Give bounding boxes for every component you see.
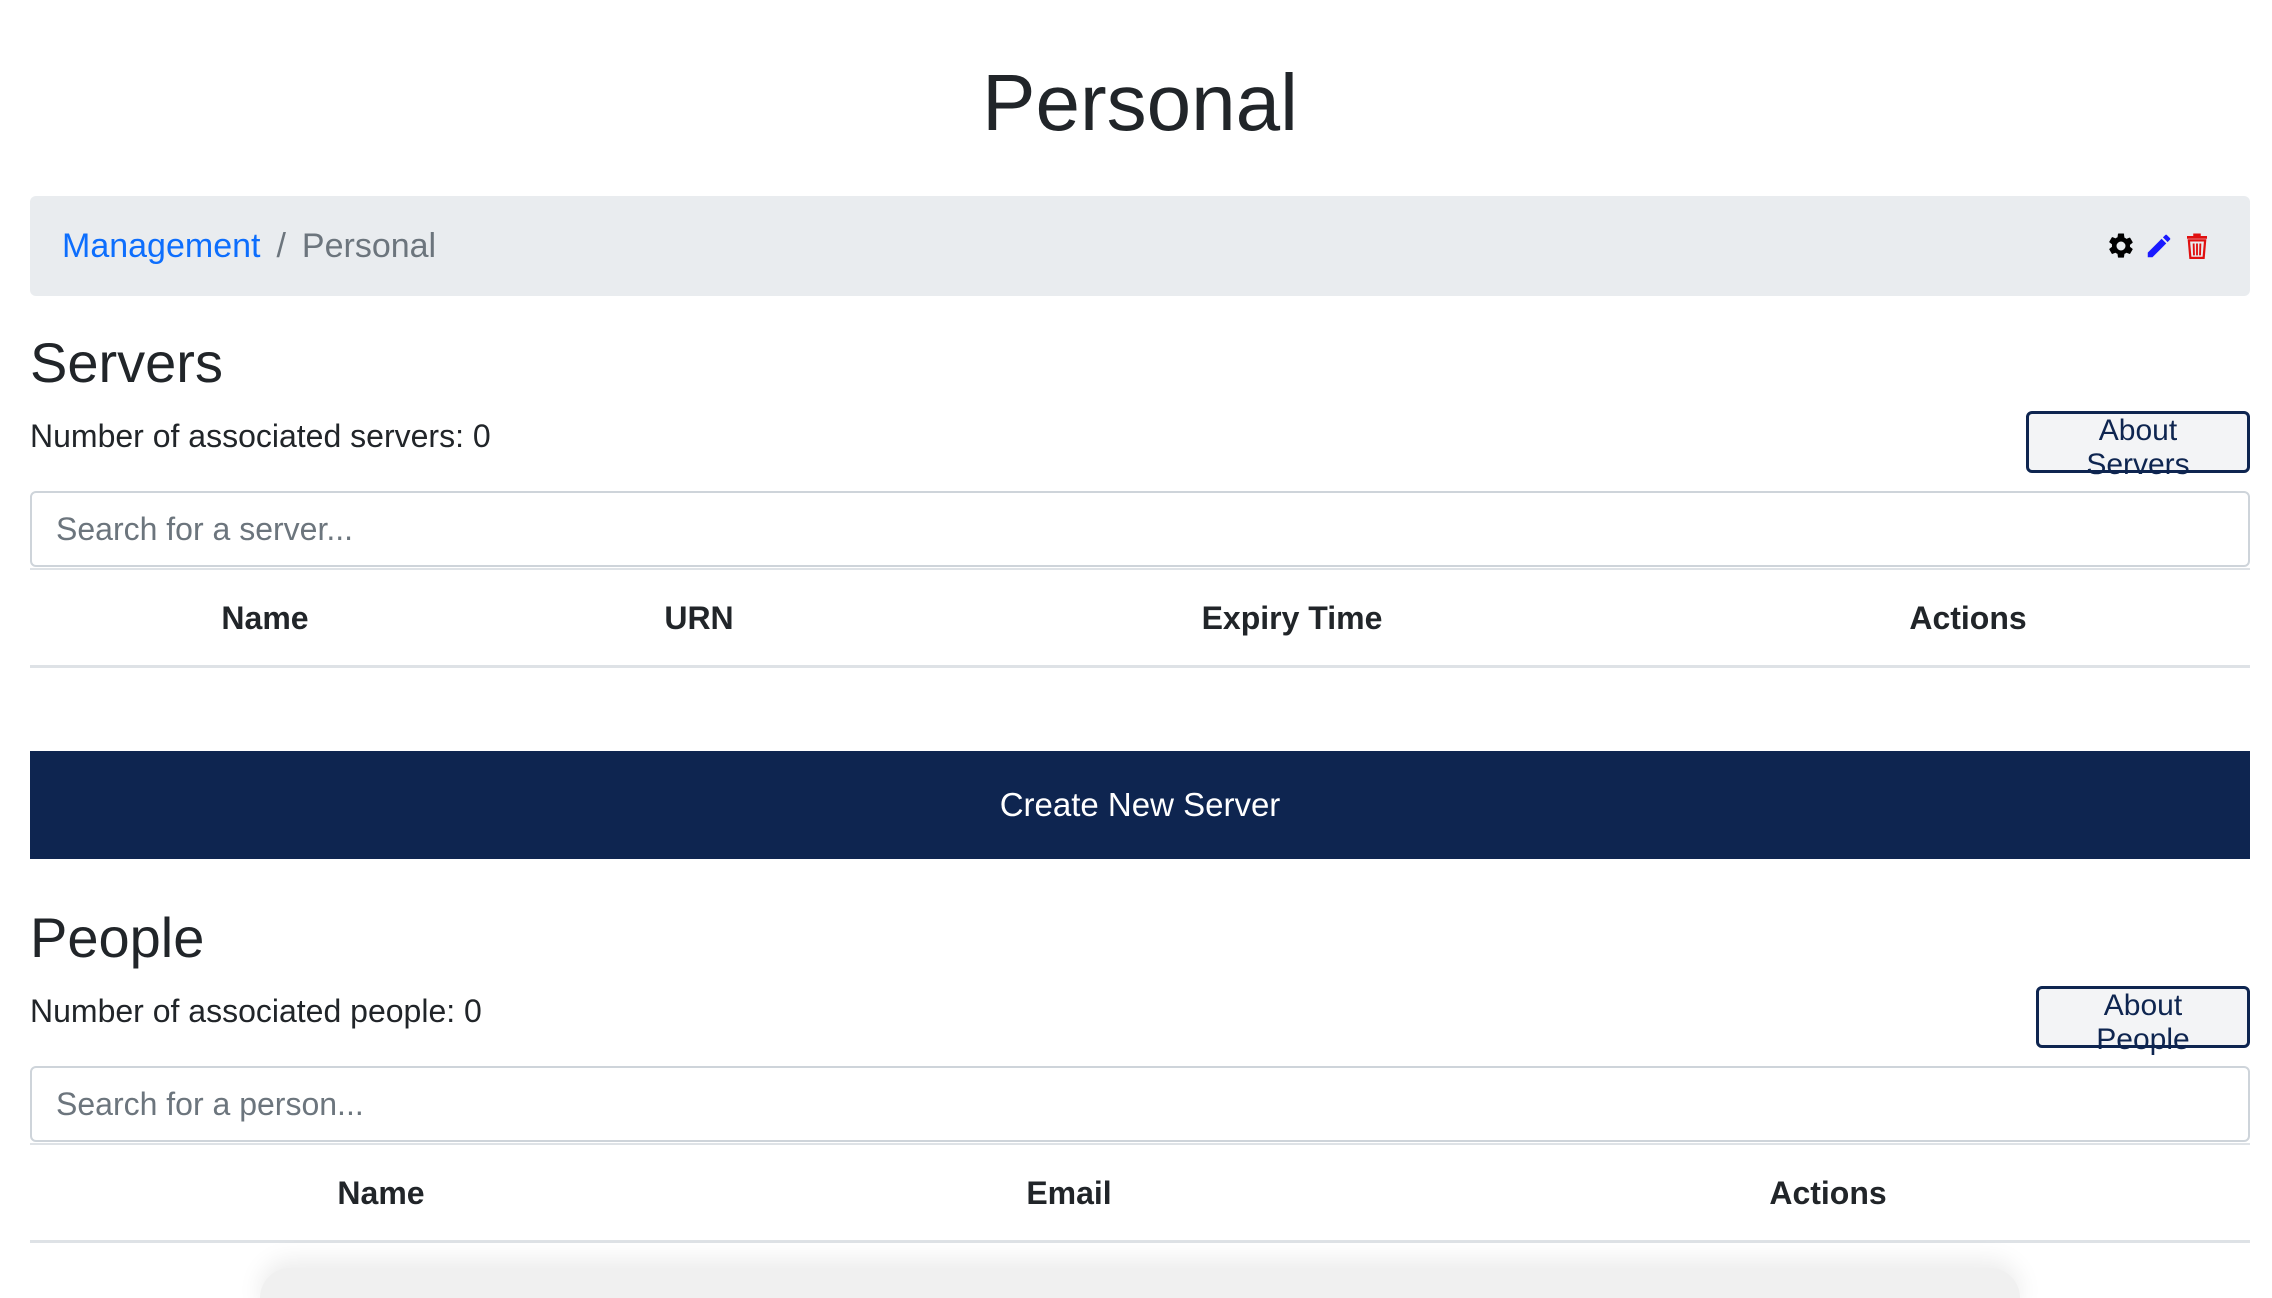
pencil-icon[interactable] — [2142, 229, 2176, 263]
people-table-header: Name Email Actions — [30, 1143, 2250, 1243]
about-people-button[interactable]: About People — [2036, 986, 2250, 1056]
breadcrumb-link-management[interactable]: Management — [62, 227, 260, 265]
people-heading: People — [30, 906, 205, 969]
servers-table-header: Name URN Expiry Time Actions — [30, 568, 2250, 668]
people-col-email[interactable]: Email — [1026, 1145, 1111, 1241]
servers-heading: Servers — [30, 331, 223, 394]
about-servers-button[interactable]: About Servers — [2026, 411, 2250, 481]
page-title: Personal — [982, 58, 1298, 147]
people-count: Number of associated people: 0 — [30, 993, 482, 1029]
breadcrumb-current: Personal — [301, 227, 437, 265]
servers-col-actions[interactable]: Actions — [1909, 570, 2026, 666]
people-col-actions[interactable]: Actions — [1769, 1145, 1886, 1241]
servers-col-urn[interactable]: URN — [664, 570, 733, 666]
breadcrumb-bar: Management / Personal — [30, 196, 2250, 296]
trash-icon[interactable] — [2180, 229, 2214, 263]
gear-icon[interactable] — [2104, 229, 2138, 263]
toolbar-actions — [2104, 224, 2214, 268]
page: Personal Management / Personal Servers N… — [0, 0, 2272, 1298]
server-search-input[interactable] — [30, 491, 2250, 567]
create-server-button[interactable]: Create New Server — [30, 751, 2250, 859]
servers-col-expiry[interactable]: Expiry Time — [1202, 570, 1383, 666]
breadcrumb-separator: / — [276, 227, 286, 265]
people-col-name[interactable]: Name — [337, 1145, 424, 1241]
servers-col-name[interactable]: Name — [221, 570, 308, 666]
bottom-panel-edge — [260, 1268, 2020, 1298]
person-search-input[interactable] — [30, 1066, 2250, 1142]
breadcrumb: Management / Personal — [62, 196, 436, 296]
servers-count: Number of associated servers: 0 — [30, 418, 491, 454]
